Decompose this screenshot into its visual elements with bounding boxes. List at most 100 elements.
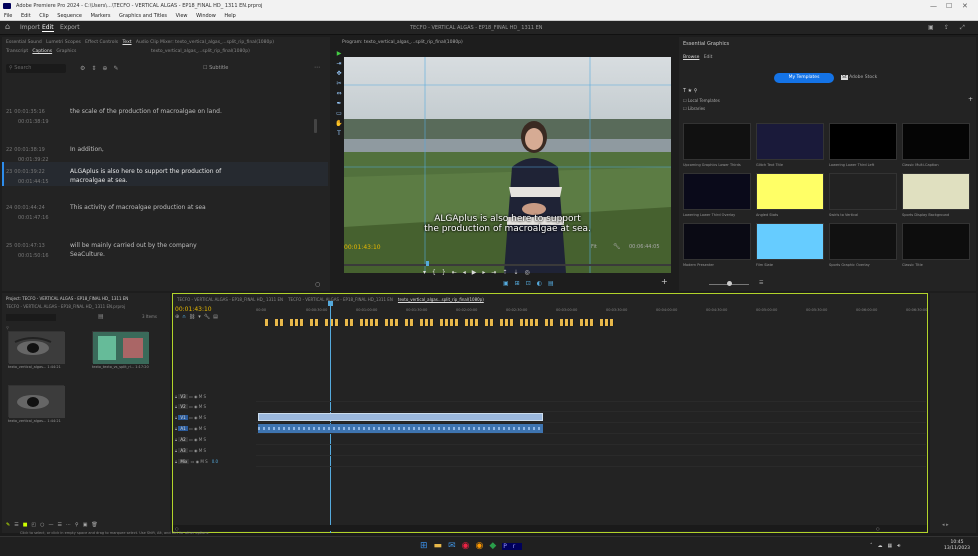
caption-menu-icon[interactable]: ⋯	[314, 64, 320, 71]
filter-icon[interactable]: ⚙	[80, 65, 91, 72]
caption-scrollbar[interactable]	[314, 119, 317, 133]
subtab-captions[interactable]: Captions	[32, 49, 52, 54]
select-tool-icon[interactable]: ▶	[335, 49, 343, 59]
start-icon[interactable]: ⊞	[420, 541, 434, 551]
menu-sequence[interactable]: Sequence	[57, 13, 82, 19]
menu-markers[interactable]: Markers	[91, 13, 111, 19]
filter-local-templates[interactable]: ☐ Local Templates	[683, 97, 720, 105]
tab-effect-controls[interactable]: Effect Controls	[85, 40, 118, 45]
caption-item-21[interactable]: 21 00:01:35:16 00:01:38:19	[6, 107, 49, 127]
caption-clip[interactable]	[295, 319, 299, 326]
eg-add-icon[interactable]: +	[968, 96, 973, 103]
caption-clip[interactable]	[385, 319, 389, 326]
track-controls[interactable]: ▭ ◉ M S	[188, 437, 206, 442]
merge-icon[interactable]: ⊕	[102, 65, 113, 72]
track-controls[interactable]: ▭ ◉ M S	[188, 394, 206, 399]
filter-libraries[interactable]: ☐ Libraries	[683, 105, 720, 113]
close-icon[interactable]: ✕	[962, 0, 968, 12]
edit-pencil-icon[interactable]: ✎	[113, 65, 124, 72]
caption-clip[interactable]	[590, 319, 594, 326]
vr-icon[interactable]: ◐	[537, 280, 548, 287]
caption-clip[interactable]	[335, 319, 339, 326]
filter-icon[interactable]: T	[683, 88, 686, 94]
caption-clip[interactable]	[420, 319, 424, 326]
caption-clip[interactable]	[600, 319, 604, 326]
track-controls[interactable]: ▭ ◉ M S	[188, 448, 206, 453]
caption-clip[interactable]	[505, 319, 509, 326]
caption-text-22[interactable]: In addition,	[70, 145, 230, 154]
tab-text[interactable]: Text	[122, 40, 131, 45]
caption-clip[interactable]	[280, 319, 284, 326]
track-controls[interactable]: ▭ ◉ M S	[189, 459, 208, 464]
caption-item-23[interactable]: 23 00:01:39:22 00:01:44:15	[6, 167, 49, 187]
caption-clip[interactable]	[430, 319, 434, 326]
caption-clip[interactable]	[580, 319, 584, 326]
track-header[interactable]: 🔒︎ Mix ▭ ◉ M S 0.0	[175, 457, 255, 466]
monitor-playhead[interactable]	[426, 261, 429, 266]
caption-clip[interactable]	[610, 319, 614, 326]
caption-clip[interactable]	[310, 319, 314, 326]
caption-clip[interactable]	[585, 319, 589, 326]
caption-text-24[interactable]: This activity of macroalgae production a…	[70, 203, 230, 212]
menu-edit[interactable]: Edit	[21, 13, 31, 19]
pencil-icon[interactable]: ✎	[6, 522, 14, 528]
caption-item-24[interactable]: 24 00:01:44:24 00:01:47:16	[6, 203, 49, 223]
eg-template-card[interactable]: Sports Graphic Overlay	[829, 223, 897, 271]
caption-clip[interactable]	[485, 319, 489, 326]
sort-icon[interactable]: ☰	[58, 522, 66, 528]
eg-template-card[interactable]: Glitch Text Title	[756, 123, 824, 171]
caption-clip[interactable]	[545, 319, 549, 326]
sort-icon[interactable]: ⇕	[91, 65, 102, 72]
track-header[interactable]: 🔒︎ V1 ▭ ◉ M S	[175, 413, 255, 422]
mail-icon[interactable]: ✉	[448, 541, 462, 551]
razor-tool-icon[interactable]: ✂	[335, 79, 343, 89]
track-label[interactable]: A2	[178, 437, 188, 442]
ripple-tool-icon[interactable]: ✥	[335, 69, 343, 79]
eg-title[interactable]: Essential Graphics	[683, 41, 729, 47]
eg-template-card[interactable]: Upcoming Graphics Lower Thirds	[683, 123, 751, 171]
caption-clip[interactable]	[425, 319, 429, 326]
caption-clip[interactable]	[465, 319, 469, 326]
caption-clip[interactable]	[605, 319, 609, 326]
video-clip-v1[interactable]: texto_vertical_algas...split_rip_final(1…	[258, 413, 543, 430]
track-header[interactable]: 🔒︎ V2 ▭ ◉ M S	[175, 402, 255, 411]
video-caption-overlay[interactable]: ALGAplus is also here to support the pro…	[344, 214, 671, 234]
chrome-icon[interactable]: ◉	[462, 541, 476, 551]
subtitle-selector[interactable]: ☐ Subtitle	[203, 65, 228, 71]
eg-slider-handle[interactable]	[727, 281, 732, 286]
pen-tool-icon[interactable]: ✒	[335, 99, 343, 109]
track-controls[interactable]: ▭ ◉ M S	[188, 426, 206, 431]
caption-clip[interactable]	[500, 319, 504, 326]
new-bin-icon[interactable]: ▤	[98, 313, 104, 320]
fullscreen-icon[interactable]: ⤢	[960, 24, 965, 32]
menu-help[interactable]: Help	[224, 13, 235, 19]
tray-chevron-icon[interactable]: ˄	[870, 543, 878, 549]
eg-template-card[interactable]: Film Slate	[756, 223, 824, 271]
caption-clip[interactable]	[535, 319, 539, 326]
rect-tool-icon[interactable]: ▭	[335, 109, 343, 119]
star-icon[interactable]: ★	[688, 88, 692, 94]
caption-clip[interactable]	[470, 319, 474, 326]
app-icon[interactable]: ◆	[489, 541, 502, 551]
caption-clip[interactable]	[450, 319, 454, 326]
caption-clip[interactable]	[570, 319, 574, 326]
menu-clip[interactable]: Clip	[39, 13, 48, 19]
tab-essential-sound[interactable]: Essential Sound	[6, 40, 42, 45]
firefox-icon[interactable]: ◉	[475, 541, 489, 551]
caption-clip[interactable]	[360, 319, 364, 326]
project-search-input[interactable]: ⚲	[6, 314, 56, 330]
eg-tab-browse[interactable]: Browse	[683, 55, 699, 60]
timeline-timecode[interactable]: 00:01:43:10	[175, 306, 212, 313]
hand-tool-icon[interactable]: ✋	[335, 119, 343, 129]
eg-template-card[interactable]: Lowering Lower Third Overlay	[683, 173, 751, 221]
network-icon[interactable]: ▦	[888, 543, 898, 549]
caption-clip[interactable]	[275, 319, 279, 326]
track-label[interactable]: Mix	[178, 459, 190, 464]
go-to-out-icon[interactable]: ⇥	[491, 269, 502, 276]
eg-template-card[interactable]: Sports Display Background	[902, 173, 970, 221]
caption-clip[interactable]	[315, 319, 319, 326]
timeline-tab-1[interactable]: TECFO - VERTICAL ALGAS - EP18_FINAL HD_ …	[177, 297, 283, 302]
my-templates-button[interactable]: My Templates	[774, 73, 834, 83]
slip-tool-icon[interactable]: ⇔	[335, 89, 343, 99]
find-icon[interactable]: ⚲	[75, 522, 83, 528]
